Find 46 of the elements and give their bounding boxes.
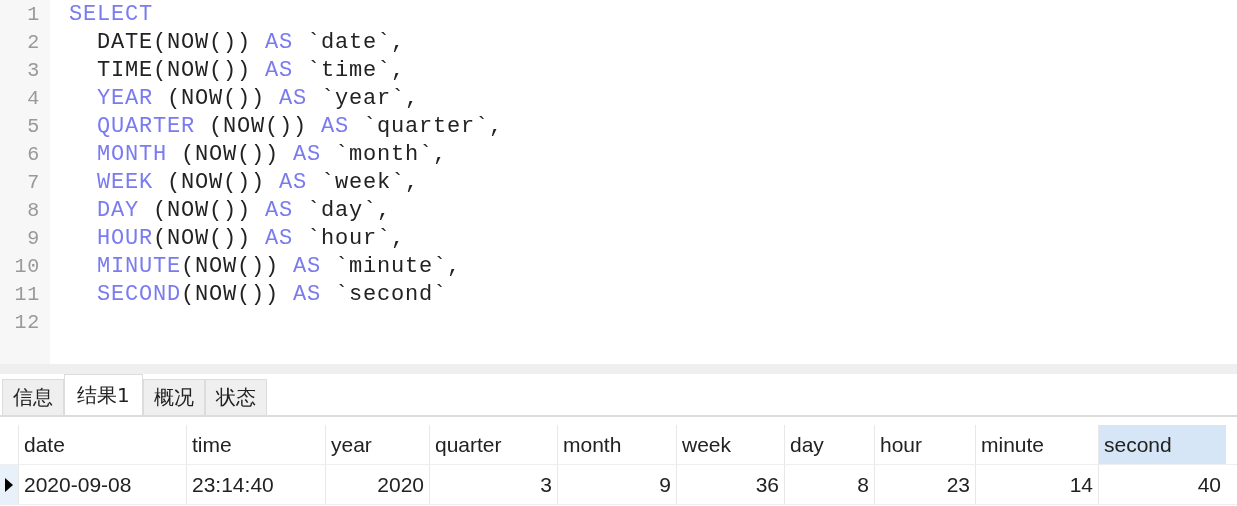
column-header[interactable]: second [1098,425,1226,464]
code-line: MINUTE(NOW()) AS `minute`, [96,253,462,279]
line-number: 1 [26,2,40,26]
table-cell: 23 [874,465,975,504]
table-cell: 2020-09-08 [18,465,186,504]
tab[interactable]: 结果1 [64,374,143,415]
column-header[interactable]: date [18,425,186,464]
table-cell: 40 [1098,465,1226,504]
table-cell: 8 [784,465,874,504]
line-number: 5 [26,114,40,138]
code-line: SECOND(NOW()) AS `second` [96,281,448,307]
column-header[interactable]: month [557,425,676,464]
line-number: 6 [26,142,40,166]
table-cell: 9 [557,465,676,504]
line-number: 12 [13,310,40,334]
code-line: TIME(NOW()) AS `time`, [96,57,406,83]
table-cell: 23:14:40 [186,465,325,504]
line-number: 10 [13,254,40,278]
line-number: 11 [13,282,40,306]
table-cell: 36 [676,465,784,504]
line-number: 3 [26,58,40,82]
code-line: QUARTER (NOW()) AS `quarter`, [96,113,504,139]
line-number: 8 [26,198,40,222]
table-cell: 3 [429,465,557,504]
tab[interactable]: 信息 [2,379,64,415]
column-header[interactable]: week [676,425,784,464]
line-number: 2 [26,30,40,54]
code-line: MONTH (NOW()) AS `month`, [96,141,448,167]
column-header[interactable]: quarter [429,425,557,464]
code-line: WEEK (NOW()) AS `week`, [96,169,420,195]
table-cell: 14 [975,465,1098,504]
tab[interactable]: 状态 [204,379,267,415]
code-line: DATE(NOW()) AS `date`, [96,29,406,55]
column-header[interactable]: year [325,425,429,464]
column-header[interactable]: hour [874,425,975,464]
column-header[interactable]: time [186,425,325,464]
line-number: 4 [26,86,40,110]
column-header[interactable]: day [784,425,874,464]
table-cell: 2020 [325,465,429,504]
line-number: 7 [26,170,40,194]
code-line: YEAR (NOW()) AS `year`, [96,85,420,111]
tab[interactable]: 概况 [142,379,205,415]
code-line: DAY (NOW()) AS `day`, [96,197,392,223]
code-line: SELECT [69,1,153,27]
line-number: 9 [26,226,40,250]
code-line: HOUR(NOW()) AS `hour`, [96,225,406,251]
